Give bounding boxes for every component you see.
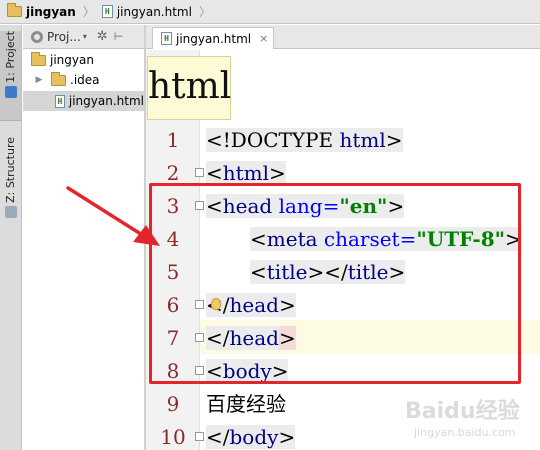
project-view-icon — [31, 30, 43, 43]
line-number: 9 — [166, 392, 180, 416]
line-number: 1 — [166, 128, 180, 152]
watermark-url: jingyan.baidu.com — [414, 426, 516, 439]
breadcrumb-file[interactable]: H jingyan.html — [99, 2, 195, 22]
tool-tab-structure-label: Z: Structure — [4, 137, 17, 203]
breadcrumb-file-label: jingyan.html — [116, 4, 192, 19]
structure-icon — [4, 205, 17, 218]
tool-tab-project[interactable]: 1: Project — [0, 31, 21, 121]
fold-marker[interactable] — [195, 432, 204, 441]
html-file-icon: H — [161, 32, 172, 45]
folder-icon — [31, 51, 46, 66]
html-file-icon: H — [101, 5, 113, 18]
breadcrumb-separator: 〉 — [82, 5, 95, 19]
close-icon[interactable]: × — [259, 32, 268, 45]
hide-panel-icon[interactable]: ⊢ — [114, 30, 124, 43]
gear-icon[interactable]: ✲ — [97, 29, 108, 44]
tree-item-label: jingyan.html — [68, 94, 144, 108]
tree-item-jingyan-html[interactable]: H jingyan.html — [23, 91, 144, 111]
expand-arrow-icon[interactable]: ▶ — [33, 75, 45, 85]
editor-tab-label: jingyan.html — [176, 31, 252, 46]
editor-tab-bar: H jingyan.html × — [146, 25, 540, 49]
webstorm-icon — [4, 85, 17, 98]
project-panel-title[interactable]: Proj... — [47, 30, 81, 44]
dropdown-arrow-icon[interactable]: ▾ — [83, 32, 87, 41]
html-file-icon: H — [55, 94, 65, 108]
tree-item-label: .idea — [70, 73, 100, 87]
code-line-1: <!DOCTYPE html> — [206, 128, 403, 152]
breadcrumb-separator-end: 〉 — [198, 5, 211, 19]
watermark-logo: Baidu经验 — [405, 399, 520, 424]
code-line-10: </body> — [206, 425, 296, 449]
tree-item-label: jingyan — [50, 53, 94, 67]
zoom-tooltip: html — [147, 56, 231, 120]
breadcrumb-project-label: jingyan — [26, 4, 76, 19]
tool-tab-structure[interactable]: Z: Structure — [0, 137, 21, 225]
project-tree: jingyan ▶ .idea H jingyan.html — [23, 50, 144, 450]
code-line-9: 百度经验 — [206, 392, 286, 416]
breadcrumb-project[interactable]: jingyan — [4, 2, 79, 22]
project-panel-header: Proj... ▾ ✲ ⊢ — [23, 25, 144, 49]
tree-item-jingyan[interactable]: jingyan — [23, 50, 144, 70]
fold-marker[interactable] — [195, 168, 204, 177]
editor-tab-jingyan-html[interactable]: H jingyan.html × — [152, 27, 274, 49]
line-number: 10 — [160, 425, 186, 449]
tool-tab-project-label: 1: Project — [4, 31, 17, 83]
folder-icon — [51, 71, 66, 86]
tree-item-idea[interactable]: ▶ .idea — [23, 70, 144, 90]
folder-icon — [7, 3, 22, 17]
annotation-box — [149, 183, 521, 384]
tool-window-stripe: 1: Project Z: Structure — [0, 25, 22, 450]
navigation-bar: jingyan 〉 H jingyan.html 〉 — [0, 0, 540, 24]
